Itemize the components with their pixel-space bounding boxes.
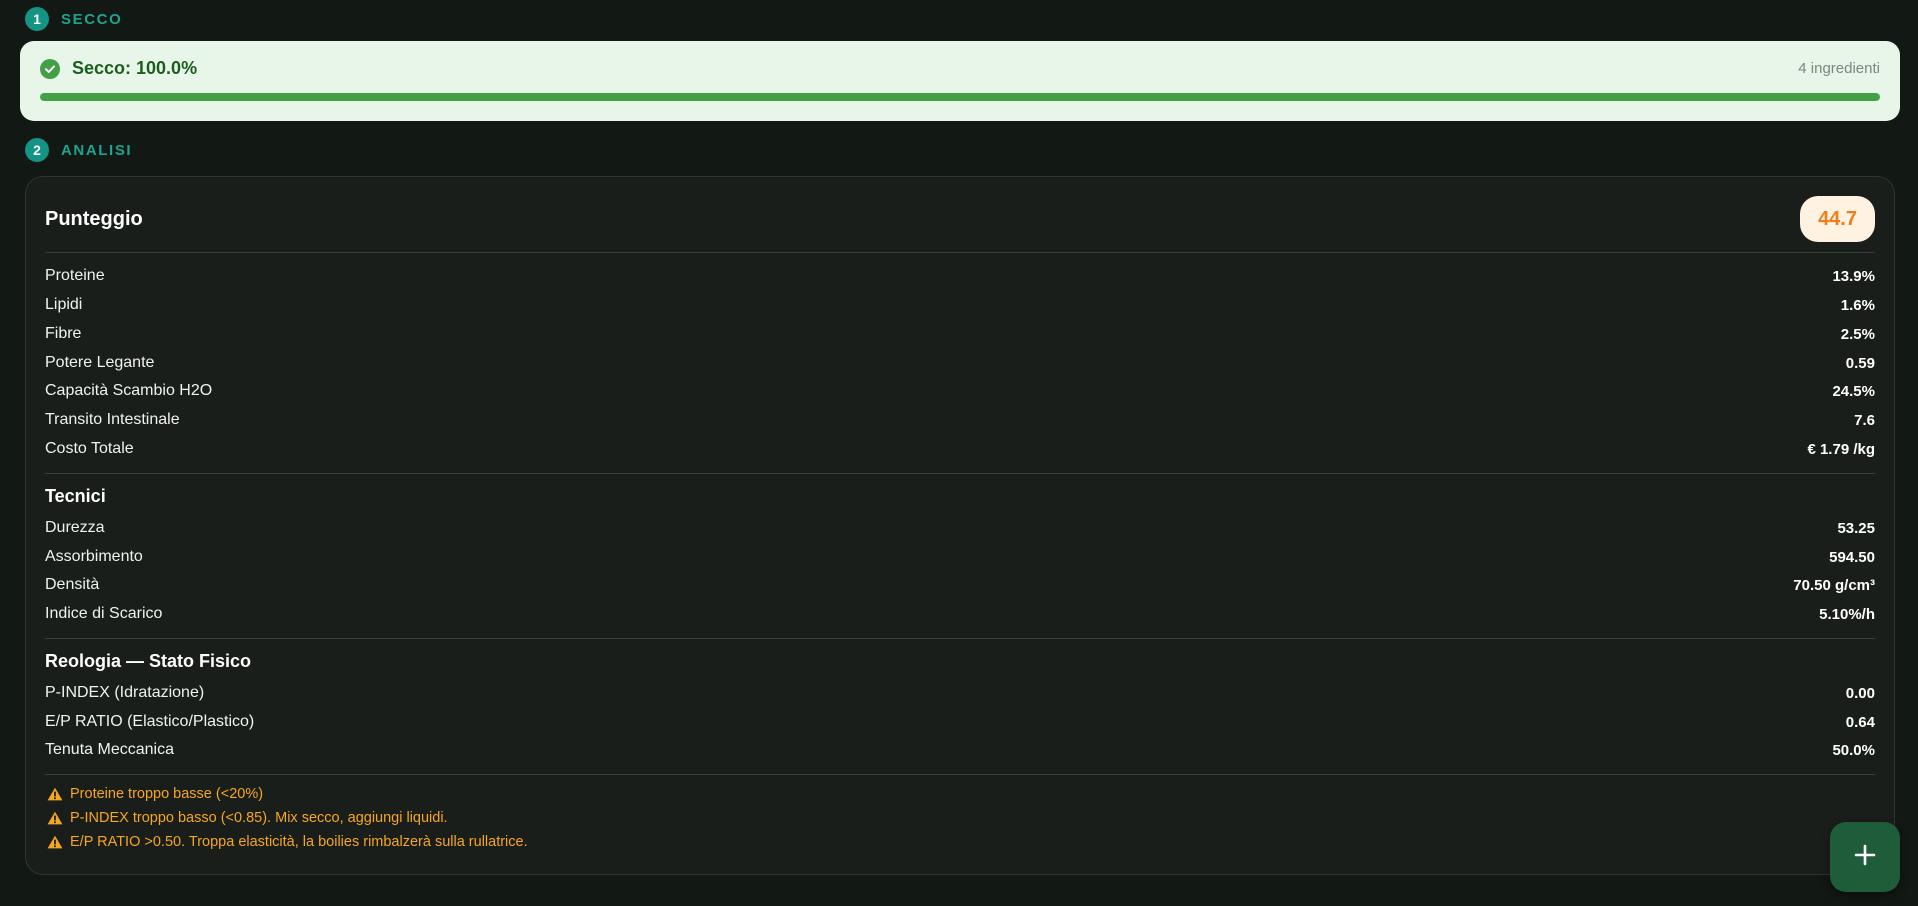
metric-row-capacita-scambio: Capacità Scambio H2O 24.5% <box>45 377 1875 405</box>
warning-icon <box>47 835 63 849</box>
metric-row-ep-ratio: E/P RATIO (Elastico/Plastico) 0.64 <box>45 708 1875 736</box>
warning-icon <box>47 811 63 825</box>
warning-text: E/P RATIO >0.50. Troppa elasticità, la b… <box>70 834 528 850</box>
warning-text: P-INDEX troppo basso (<0.85). Mix secco,… <box>70 810 448 826</box>
metric-label: Transito Intestinale <box>45 411 180 428</box>
add-button[interactable] <box>1830 822 1900 892</box>
metric-value: 7.6 <box>1854 411 1875 429</box>
warning-icon <box>47 787 63 801</box>
metric-value: € 1.79 /kg <box>1807 440 1875 458</box>
divider <box>45 774 1875 775</box>
warning-text: Proteine troppo basse (<20%) <box>70 786 264 802</box>
metric-row-transito: Transito Intestinale 7.6 <box>45 406 1875 434</box>
score-title: Punteggio <box>45 207 143 230</box>
metric-label: Indice di Scarico <box>45 605 163 622</box>
metric-row-densita: Densità 70.50 g/cm³ <box>45 571 1875 599</box>
metric-row-assorbimento: Assorbimento 594.50 <box>45 543 1875 571</box>
step-1-header: 1 SECCO <box>25 7 122 31</box>
warning-message: P-INDEX troppo basso (<0.85). Mix secco,… <box>47 810 448 826</box>
secco-progress-fill <box>40 93 1880 101</box>
warning-message: E/P RATIO >0.50. Troppa elasticità, la b… <box>47 834 528 850</box>
metric-value: 0.00 <box>1845 684 1875 702</box>
metric-value: 1.6% <box>1840 296 1875 314</box>
metric-label: Potere Legante <box>45 354 155 371</box>
metric-label: Assorbimento <box>45 548 143 565</box>
metric-label: Fibre <box>45 325 82 342</box>
metric-label: Lipidi <box>45 296 83 313</box>
metric-label: Costo Totale <box>45 440 134 457</box>
step-1-number: 1 <box>25 7 49 31</box>
metric-value: 70.50 g/cm³ <box>1793 576 1875 594</box>
step-1-title: SECCO <box>61 10 123 28</box>
metric-row-p-index: P-INDEX (Idratazione) 0.00 <box>45 679 1875 707</box>
step-2-header: 2 ANALISI <box>25 138 132 162</box>
divider <box>45 252 1875 253</box>
metric-row-indice-scarico: Indice di Scarico 5.10%/h <box>45 600 1875 628</box>
metric-value: 24.5% <box>1832 382 1875 400</box>
metric-label: Tenuta Meccanica <box>45 741 174 758</box>
score-badge: 44.7 <box>1800 196 1875 242</box>
metric-value: 13.9% <box>1832 267 1875 285</box>
metric-label: Durezza <box>45 519 105 536</box>
divider <box>45 638 1875 639</box>
secco-status-card: Secco: 100.0% 4 ingredienti <box>20 41 1900 121</box>
ingredient-count: 4 ingredienti <box>1798 60 1880 77</box>
metric-value: 5.10%/h <box>1819 605 1875 623</box>
metric-value: 0.64 <box>1845 713 1875 731</box>
secco-percentage: Secco: 100.0% <box>72 58 198 78</box>
step-2-number: 2 <box>25 138 49 162</box>
check-circle-icon <box>40 58 60 79</box>
metric-label: E/P RATIO (Elastico/Plastico) <box>45 713 255 730</box>
metric-value: 0.59 <box>1845 354 1875 372</box>
metric-row-fibre: Fibre 2.5% <box>45 320 1875 348</box>
metric-row-potere-legante: Potere Legante 0.59 <box>45 349 1875 377</box>
metric-row-costo-totale: Costo Totale € 1.79 /kg <box>45 435 1875 463</box>
warning-message: Proteine troppo basse (<20%) <box>47 786 263 802</box>
metric-label: Densità <box>45 576 100 593</box>
metric-row-durezza: Durezza 53.25 <box>45 514 1875 542</box>
metric-label: Capacità Scambio H2O <box>45 382 213 399</box>
metric-value: 2.5% <box>1840 325 1875 343</box>
metric-value: 50.0% <box>1832 741 1875 759</box>
metric-value: 53.25 <box>1837 519 1875 537</box>
metric-label: Proteine <box>45 267 105 284</box>
section-title-tecnici: Tecnici <box>45 486 106 506</box>
metric-label: P-INDEX (Idratazione) <box>45 684 205 701</box>
metric-row-tenuta-meccanica: Tenuta Meccanica 50.0% <box>45 736 1875 764</box>
section-title-reologia: Reologia — Stato Fisico <box>45 651 252 671</box>
score-row: Punteggio 44.7 <box>45 196 1875 242</box>
metric-value: 594.50 <box>1829 548 1875 566</box>
divider <box>45 473 1875 474</box>
metric-row-proteine: Proteine 13.9% <box>45 262 1875 290</box>
plus-icon <box>1854 844 1876 871</box>
secco-progress-bar <box>40 93 1880 101</box>
step-2-title: ANALISI <box>61 141 133 159</box>
metric-row-lipidi: Lipidi 1.6% <box>45 291 1875 319</box>
analysis-card: Punteggio 44.7 Proteine 13.9% Lipidi 1.6… <box>25 176 1895 875</box>
